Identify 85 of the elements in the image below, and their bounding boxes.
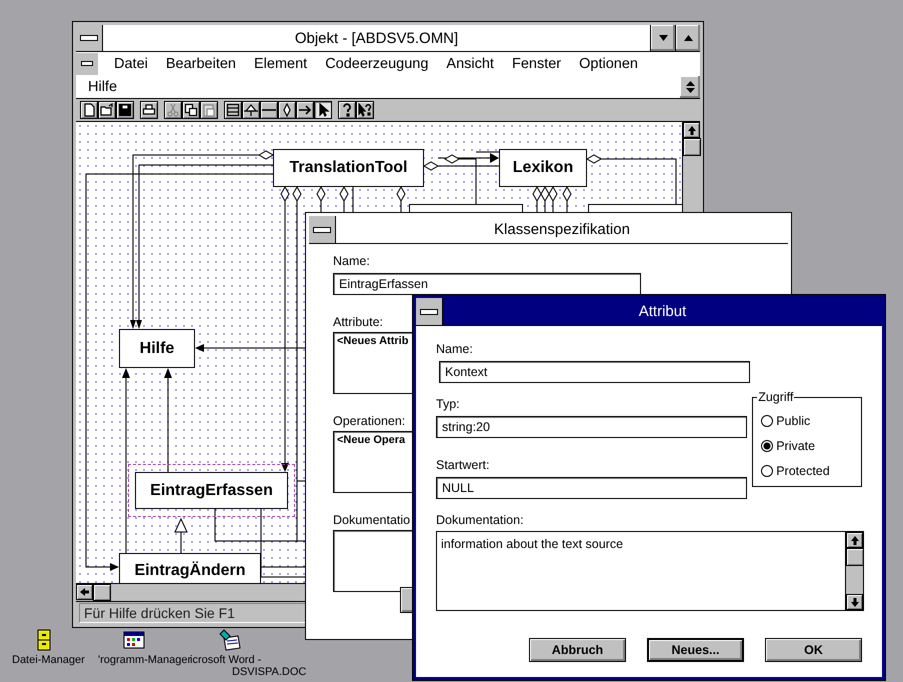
toolbar-button[interactable] <box>260 101 278 119</box>
documentation-field[interactable]: information about the text source <box>436 531 864 611</box>
field-label: Attribute: <box>333 315 384 329</box>
name-field[interactable]: Kontext <box>439 361 750 383</box>
toolbar-button[interactable] <box>242 101 260 119</box>
icon-label[interactable]: DSVISPA.DOC <box>232 666 306 678</box>
toolbar-button[interactable] <box>140 101 158 119</box>
class-node[interactable]: TranslationTool <box>273 149 424 187</box>
toolbar-button[interactable] <box>224 101 242 119</box>
icon-label[interactable]: 'rogramm-Manager <box>98 654 192 666</box>
radio-button[interactable]: Private <box>761 438 861 453</box>
icon-label[interactable]: icrosoft Word - <box>190 654 262 666</box>
scroll-down-button[interactable] <box>846 594 863 610</box>
menu-item[interactable]: Codeerzeugung <box>323 52 430 74</box>
folder-icon <box>100 103 114 117</box>
dialog-button[interactable]: Neues... <box>647 638 744 662</box>
toolbar-button[interactable] <box>356 101 374 119</box>
triangle-line-icon <box>244 103 258 117</box>
field-label: Startwert: <box>436 458 490 472</box>
initial-value-field[interactable]: NULL <box>436 477 747 499</box>
group-label: Zugriff <box>757 390 794 404</box>
up-arrow-icon <box>850 536 858 544</box>
scroll-left-button[interactable] <box>76 584 93 600</box>
toolbar-button[interactable] <box>182 101 200 119</box>
toolbar-button[interactable] <box>314 101 332 119</box>
document-pen-icon[interactable] <box>218 628 242 652</box>
icon-label[interactable]: Datei-Manager <box>12 654 85 666</box>
up-arrow-icon <box>688 126 696 134</box>
scroll-up-button[interactable] <box>846 532 863 548</box>
radio-button[interactable]: Public <box>761 414 861 428</box>
name-field[interactable]: EintragErfassen <box>333 273 641 295</box>
copy-icon <box>184 103 198 117</box>
toolbar-button[interactable] <box>296 101 314 119</box>
toolbar-button[interactable] <box>116 101 134 119</box>
arrow-icon <box>298 103 312 117</box>
system-menu-button[interactable] <box>309 216 336 243</box>
menu-item[interactable]: Bearbeiten <box>164 52 238 74</box>
left-arrow-icon <box>80 588 89 596</box>
down-arrow-icon <box>850 598 858 606</box>
field-label: Dokumentatio <box>333 513 410 527</box>
class-node[interactable]: EintragÄndern <box>119 553 261 583</box>
menu-item[interactable]: Fenster <box>510 52 564 74</box>
blank-page-icon <box>82 103 96 117</box>
radio-button[interactable]: Protected <box>761 464 861 478</box>
toolbar-button[interactable] <box>80 101 98 119</box>
field-label: Name: <box>333 254 370 268</box>
vertical-scrollbar[interactable] <box>845 532 863 610</box>
menu-item[interactable]: Datei <box>112 52 150 74</box>
restore-button[interactable] <box>680 76 700 98</box>
dialog-button[interactable]: Abbruch <box>529 638 626 662</box>
class-node[interactable]: Lexikon <box>499 149 587 187</box>
type-field[interactable]: string:20 <box>436 416 747 438</box>
field-label: Typ: <box>436 397 461 411</box>
down-triangle-icon <box>658 35 668 41</box>
up-triangle-icon <box>684 35 692 41</box>
documentation-text: information about the text source <box>440 536 624 553</box>
toolbar-button[interactable] <box>338 101 356 119</box>
scroll-thumb[interactable] <box>846 548 864 566</box>
pointer-help-icon <box>358 103 372 117</box>
menu-item[interactable]: Hilfe <box>86 76 120 98</box>
scroll-thumb[interactable] <box>683 138 701 156</box>
menu-item[interactable]: Optionen <box>577 52 640 74</box>
dialog-title: Attribut <box>638 303 688 320</box>
toolbar-button[interactable] <box>278 101 296 119</box>
class-node[interactable]: Hilfe <box>119 329 195 368</box>
field-label: Name: <box>436 342 474 356</box>
system-menu-button[interactable] <box>416 298 443 325</box>
help-icon <box>340 103 354 117</box>
document-menu-button[interactable] <box>76 52 98 74</box>
field-label: Dokumentation: <box>436 513 525 527</box>
class-box-icon <box>226 103 240 117</box>
menu-item[interactable]: Element <box>252 52 310 74</box>
menu-item[interactable]: Ansicht <box>444 52 496 74</box>
clipboard-icon <box>202 103 216 117</box>
field-label: Operationen: <box>333 414 406 428</box>
printer-icon <box>142 103 156 117</box>
dialog-button[interactable]: OK <box>765 638 862 662</box>
scroll-up-button[interactable] <box>683 122 700 138</box>
class-node[interactable]: EintragErfassen <box>135 472 288 509</box>
scissors-icon <box>166 103 180 117</box>
up-down-triangle-icon <box>686 81 694 93</box>
window-title: Objekt - [ABDSV5.OMN] <box>294 30 460 46</box>
toolbar-button[interactable] <box>98 101 116 119</box>
scroll-thumb[interactable] <box>93 584 111 601</box>
dialog-title: Klassenspezifikation <box>493 221 631 238</box>
